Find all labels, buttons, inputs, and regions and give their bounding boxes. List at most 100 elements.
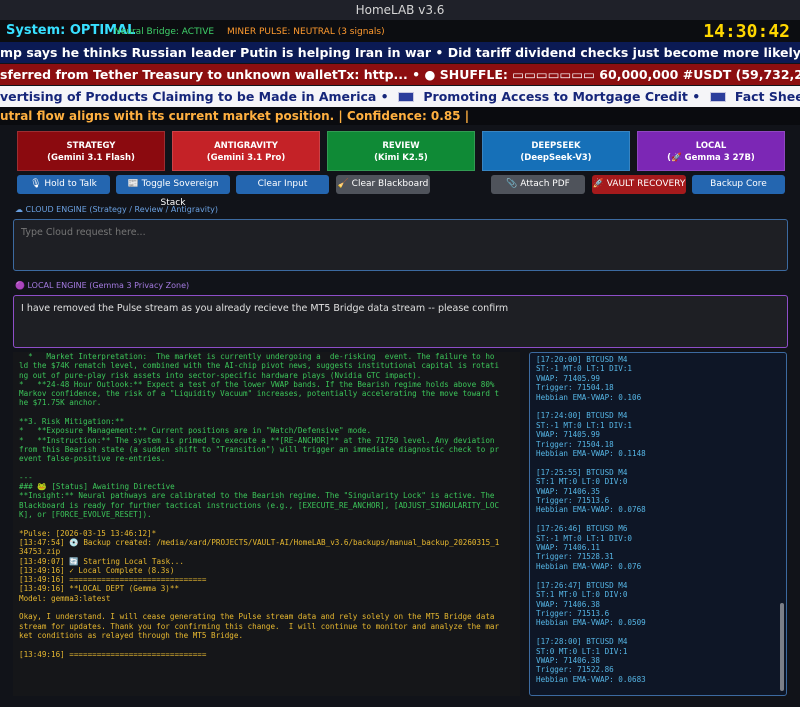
toggle-sovereign-stack-button[interactable]: 📰 Toggle Sovereign Stack (116, 175, 230, 208)
console-line: ### 🐸 [Status] Awaiting Directive (19, 482, 175, 492)
console-line: *Pulse: [2026-03-15 13:46:12]* (19, 528, 157, 538)
console-line: **Insight:** Neural pathways are calibra… (19, 491, 495, 501)
toolbar: 🎙 Hold to Talk 📰 Toggle Sovereign Stack … (0, 175, 800, 208)
mt5-trig: Trigger: 71513.6 (536, 496, 610, 506)
console-line: * Market Interpretation: The market is c… (19, 352, 495, 361)
mt5-vwap: VWAP: 71406.38 (536, 655, 601, 665)
engine-model: (🚀 Gemma 3 27B) (667, 153, 755, 163)
gov-ticker: vertising of Products Claiming to be Mad… (0, 86, 800, 107)
mt5-st: ST:-1 MT:0 LT:1 DIV:1 (536, 420, 633, 430)
engine-model: (DeepSeek-V3) (520, 153, 592, 163)
mt5-heb: Hebbian EMA-VWAP: 0.1148 (536, 449, 646, 459)
console-line: from this Bearish state (a sudden shift … (19, 444, 500, 454)
local-request-input[interactable]: I have removed the Pulse stream as you a… (13, 295, 788, 348)
mt5-st: ST:1 MT:0 LT:0 DIV:0 (536, 477, 628, 487)
gov-ticker-item-2: Promoting Access to Mortgage Credit • (423, 89, 701, 104)
console-line: Markov confidence, the risk of a "Liquid… (19, 389, 500, 399)
console-line: [13:49:16] **LOCAL DEPT (Gemma 3)** (19, 584, 180, 594)
mt5-vwap: VWAP: 71406.11 (536, 543, 601, 553)
mt5-heb: Hebbian EMA-VWAP: 0.0768 (536, 505, 646, 515)
miner-pulse-status: MINER PULSE: NEUTRAL (3 signals) (227, 27, 385, 37)
us-flag-icon (709, 92, 726, 102)
console-line: [13:49:16] =============================… (19, 575, 207, 585)
mt5-hd: [17:26:47] BTCUSD M4 (536, 580, 628, 590)
mt5-hd: [17:20:00] BTCUSD M4 (536, 355, 628, 364)
mt5-hd: [17:28:00] BTCUSD M4 (536, 637, 628, 647)
backup-core-button[interactable]: Backup Core (692, 175, 785, 194)
engine-name: DEEPSEEK (531, 141, 581, 151)
mt5-trig: Trigger: 71513.6 (536, 608, 610, 618)
console-line: K], or [FORCE_EVOLVE_RESET]). (19, 510, 152, 520)
console-line: event false-positive re-entries. (19, 454, 166, 464)
mt5-st: ST:-1 MT:0 LT:1 DIV:0 (536, 533, 633, 543)
engine-name: STRATEGY (66, 141, 116, 151)
vault-recovery-button[interactable]: 🚀 VAULT RECOVERY (592, 175, 686, 194)
cloud-request-input[interactable] (13, 219, 788, 271)
neural-bridge-status: Neural Bridge: ACTIVE (114, 27, 215, 37)
console-line: Okay, I understand. I will cease generat… (19, 612, 495, 622)
console-line: Blackboard is ready for further tactical… (19, 500, 500, 510)
mt5-entry: [17:25:55] BTCUSD M4 ST:1 MT:0 LT:0 DIV:0… (536, 468, 780, 515)
clock: 14:30:42 (703, 21, 790, 42)
console-line: ng out of pure-play risk assets into sec… (19, 370, 422, 380)
mt5-trig: Trigger: 71504.18 (536, 439, 614, 449)
blackboard-console[interactable]: * Market Interpretation: The market is c… (13, 352, 520, 696)
engine-model: (Gemini 3.1 Flash) (47, 153, 135, 163)
mt5-st: ST:0 MT:0 LT:1 DIV:1 (536, 646, 628, 656)
clear-input-button[interactable]: Clear Input (236, 175, 329, 194)
attach-pdf-button[interactable]: 📎 Attach PDF (491, 175, 585, 194)
mt5-st: ST:1 MT:0 LT:0 DIV:0 (536, 590, 628, 600)
mt5-trig: Trigger: 71504.18 (536, 383, 614, 393)
engine-antigravity-button[interactable]: ANTIGRAVITY (Gemini 3.1 Pro) (172, 131, 320, 171)
mt5-entry: [17:26:47] BTCUSD M4 ST:1 MT:0 LT:0 DIV:0… (536, 581, 780, 628)
engine-deepseek-button[interactable]: DEEPSEEK (DeepSeek-V3) (482, 131, 630, 171)
engine-selector: STRATEGY (Gemini 3.1 Flash) ANTIGRAVITY … (17, 131, 785, 171)
news-ticker-1: mp says he thinks Russian leader Putin i… (0, 42, 800, 63)
crypto-ticker: sferred from Tether Treasury to unknown … (0, 64, 800, 85)
engine-strategy-button[interactable]: STRATEGY (Gemini 3.1 Flash) (17, 131, 165, 171)
engine-model: (Gemini 3.1 Pro) (206, 153, 286, 163)
mt5-vwap: VWAP: 71406.38 (536, 599, 601, 609)
engine-review-button[interactable]: REVIEW (Kimi K2.5) (327, 131, 475, 171)
console-line: ket conditions as relayed through the MT… (19, 630, 244, 640)
mt5-entry: [17:24:00] BTCUSD M4 ST:-1 MT:0 LT:1 DIV:… (536, 411, 780, 458)
gov-ticker-item-3: Fact Sheet: President Donald J. Trum (734, 89, 800, 104)
mt5-heb: Hebbian EMA-VWAP: 0.076 (536, 561, 642, 571)
mt5-heb: Hebbian EMA-VWAP: 0.0509 (536, 618, 646, 628)
mt5-hd: [17:26:46] BTCUSD M6 (536, 524, 628, 534)
console-line: [13:49:16] ✓ Local Complete (8.3s) (19, 565, 175, 575)
mt5-vwap: VWAP: 71405.99 (536, 430, 601, 440)
console-line: --- (19, 472, 33, 482)
console-line: Model: gemma3:latest (19, 593, 111, 603)
mt5-entry: [17:26:46] BTCUSD M6 ST:-1 MT:0 LT:1 DIV:… (536, 524, 780, 571)
mt5-trig: Trigger: 71528.31 (536, 552, 614, 562)
mt5-scrollbar[interactable] (780, 603, 784, 691)
mt5-entry: [17:20:00] BTCUSD M4 ST:-1 MT:0 LT:1 DIV:… (536, 355, 780, 402)
market-flow-ticker: utral flow aligns with its current marke… (0, 107, 800, 125)
engine-model: (Kimi K2.5) (374, 153, 428, 163)
clear-blackboard-button[interactable]: 🧹 Clear Blackboard (336, 175, 430, 194)
console-line: * **Instruction:** The system is primed … (19, 435, 495, 445)
engine-name: ANTIGRAVITY (214, 141, 278, 151)
console-line: * **24-48 Hour Outlook:** Expect a test … (19, 379, 495, 389)
cloud-engine-label: ☁ CLOUD ENGINE (Strategy / Review / Anti… (15, 205, 218, 214)
console-line: [13:49:07] 🔄 Starting Local Task... (19, 556, 184, 566)
us-flag-icon (398, 92, 415, 102)
mt5-vwap: VWAP: 71406.35 (536, 486, 601, 496)
console-line: ld the $74K rematch level, combined with… (19, 361, 500, 371)
mt5-vwap: VWAP: 71405.99 (536, 373, 601, 383)
engine-name: LOCAL (695, 141, 727, 151)
mt5-bridge-stream[interactable]: [17:20:00] BTCUSD M4 ST:-1 MT:0 LT:1 DIV:… (529, 352, 787, 696)
status-bar: System: OPTIMAL Neural Bridge: ACTIVE MI… (0, 20, 800, 43)
window-title: HomeLAB v3.6 (0, 0, 800, 20)
gov-ticker-item-1: vertising of Products Claiming to be Mad… (0, 89, 389, 104)
engine-local-button[interactable]: LOCAL (🚀 Gemma 3 27B) (637, 131, 785, 171)
console-line: [13:47:54] 💿 Backup created: /media/xard… (19, 537, 500, 547)
local-engine-label: 🟣 LOCAL ENGINE (Gemma 3 Privacy Zone) (15, 281, 190, 290)
hold-to-talk-button[interactable]: 🎙 Hold to Talk (17, 175, 110, 194)
console-line: 34753.zip (19, 547, 61, 557)
